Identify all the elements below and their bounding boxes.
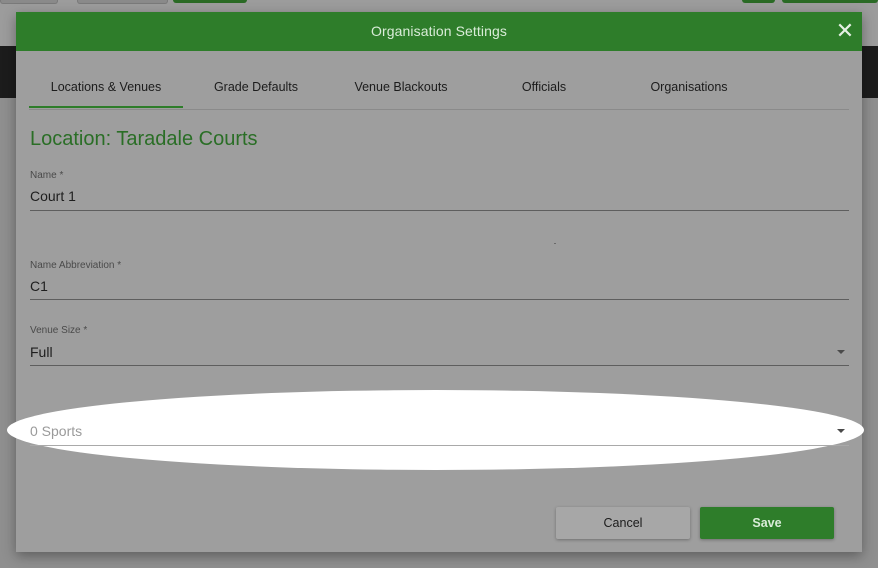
- save-button[interactable]: Save: [700, 507, 834, 539]
- close-icon[interactable]: ✕: [834, 20, 856, 42]
- name-input[interactable]: Court 1: [30, 188, 76, 204]
- sports-underline: [30, 445, 849, 446]
- venue-size-underline: [30, 365, 849, 366]
- dialog-header: Organisation Settings ✕: [16, 12, 862, 51]
- dialog-title: Organisation Settings: [371, 23, 507, 39]
- venue-size-value: Full: [30, 344, 53, 360]
- tab-venue-blackouts[interactable]: Venue Blackouts: [334, 68, 468, 106]
- abbreviation-label: Name Abbreviation *: [30, 260, 122, 271]
- sports-placeholder: 0 Sports: [30, 423, 83, 439]
- chevron-down-icon[interactable]: [837, 350, 845, 354]
- tab-locations-venues[interactable]: Locations & Venues: [29, 68, 183, 108]
- abbreviation-field[interactable]: Name Abbreviation * C1: [30, 260, 849, 302]
- background-control: [0, 0, 58, 4]
- stray-dot: [554, 243, 556, 244]
- location-title: Location: Taradale Courts: [30, 128, 258, 150]
- abbreviation-input[interactable]: C1: [30, 278, 48, 294]
- background-button: [742, 0, 775, 3]
- tab-officials[interactable]: Officials: [504, 68, 584, 106]
- cancel-button[interactable]: Cancel: [556, 507, 690, 539]
- chevron-down-icon[interactable]: [837, 429, 845, 433]
- organisation-settings-dialog: Organisation Settings ✕ Locations & Venu…: [7, 12, 864, 552]
- tab-organisations[interactable]: Organisations: [629, 68, 749, 106]
- background-control: [77, 0, 168, 4]
- tab-grade-defaults[interactable]: Grade Defaults: [199, 68, 313, 106]
- background-button: [173, 0, 247, 3]
- name-field[interactable]: Name * Court 1: [30, 170, 849, 212]
- name-label: Name *: [30, 170, 64, 181]
- venue-size-select[interactable]: Venue Size * Full: [30, 325, 849, 367]
- background-button: [782, 0, 878, 3]
- name-underline: [30, 210, 849, 211]
- venue-size-label: Venue Size *: [30, 325, 88, 336]
- settings-tabs: Locations & Venues Grade Defaults Venue …: [29, 68, 849, 110]
- sports-select[interactable]: 0 Sports: [30, 420, 849, 448]
- abbreviation-underline: [30, 299, 849, 300]
